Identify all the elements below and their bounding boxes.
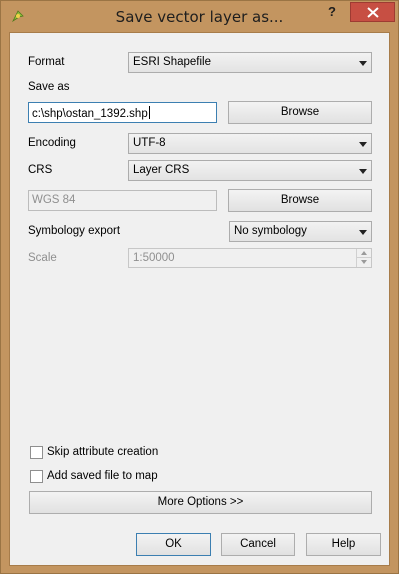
text-caret bbox=[148, 106, 150, 119]
title-bar[interactable]: Save vector layer as... ? bbox=[1, 1, 398, 32]
spin-down-icon bbox=[356, 258, 371, 267]
close-icon bbox=[367, 7, 379, 18]
encoding-select[interactable]: UTF-8 bbox=[128, 133, 372, 154]
browse-file-button[interactable]: Browse bbox=[228, 101, 372, 124]
symbology-export-select[interactable]: No symbology bbox=[229, 221, 372, 242]
skip-attribute-checkbox[interactable] bbox=[30, 446, 43, 459]
symbology-export-label: Symbology export bbox=[28, 225, 121, 237]
crs-text-field: WGS 84 bbox=[28, 190, 217, 211]
chevron-down-icon bbox=[359, 61, 367, 66]
help-button[interactable]: Help bbox=[306, 533, 381, 556]
format-label: Format bbox=[28, 56, 65, 68]
crs-select[interactable]: Layer CRS bbox=[128, 160, 372, 181]
encoding-value: UTF-8 bbox=[133, 137, 166, 149]
browse-crs-button[interactable]: Browse bbox=[228, 189, 372, 212]
cancel-button[interactable]: Cancel bbox=[221, 533, 295, 556]
add-to-map-label: Add saved file to map bbox=[47, 470, 158, 482]
format-select[interactable]: ESRI Shapefile bbox=[128, 52, 372, 73]
encoding-label: Encoding bbox=[28, 137, 76, 149]
format-value: ESRI Shapefile bbox=[133, 56, 211, 68]
scale-label: Scale bbox=[28, 252, 57, 264]
add-to-map-checkbox[interactable] bbox=[30, 470, 43, 483]
close-button[interactable] bbox=[350, 2, 395, 22]
chevron-down-icon bbox=[359, 169, 367, 174]
dialog-body: Format ESRI Shapefile Save as c:\shp\ost… bbox=[9, 32, 390, 566]
chevron-down-icon bbox=[359, 142, 367, 147]
save-as-value: c:\shp\ostan_1392.shp bbox=[32, 106, 150, 120]
title-help-button[interactable]: ? bbox=[317, 3, 347, 23]
crs-value: Layer CRS bbox=[133, 164, 190, 176]
scale-value: 1:50000 bbox=[133, 252, 175, 264]
save-as-label: Save as bbox=[28, 81, 70, 93]
crs-label: CRS bbox=[28, 164, 53, 176]
chevron-down-icon bbox=[359, 230, 367, 235]
crs-text-value: WGS 84 bbox=[32, 194, 76, 206]
ok-button[interactable]: OK bbox=[136, 533, 211, 556]
scale-spinbox: 1:50000 bbox=[128, 248, 372, 268]
spin-up-icon bbox=[356, 249, 371, 258]
save-vector-layer-dialog: Save vector layer as... ? Format ESRI Sh… bbox=[0, 0, 399, 574]
save-as-input[interactable]: c:\shp\ostan_1392.shp bbox=[28, 102, 217, 123]
more-options-button[interactable]: More Options >> bbox=[29, 491, 372, 514]
skip-attribute-label: Skip attribute creation bbox=[47, 446, 159, 458]
symbology-value: No symbology bbox=[234, 225, 307, 237]
